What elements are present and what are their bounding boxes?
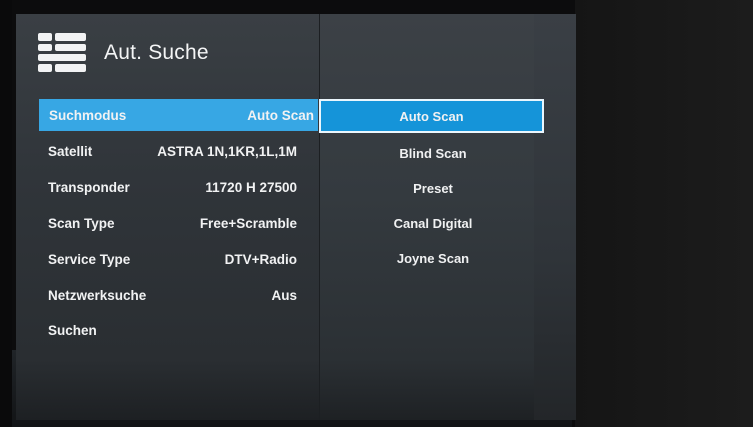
page-title: Aut. Suche (104, 41, 209, 64)
setting-row-satellit[interactable]: Satellit ASTRA 1N,1KR,1L,1M (38, 136, 301, 166)
setting-label: Suchen (48, 322, 97, 338)
menu-header: Aut. Suche (38, 32, 209, 74)
option-blind-scan[interactable]: Blind Scan (320, 138, 546, 168)
setting-label: Suchmodus (49, 107, 127, 123)
setting-row-suchen[interactable]: Suchen (38, 315, 301, 345)
setting-row-service-type[interactable]: Service Type DTV+Radio (38, 244, 301, 274)
setting-value: ASTRA 1N,1KR,1L,1M (157, 143, 297, 159)
menu-list-icon (38, 33, 86, 73)
setting-label: Netzwerksuche (48, 287, 147, 303)
tv-screen: Aut. Suche Suchmodus Auto Scan Satellit … (0, 0, 753, 427)
setting-row-netzwerksuche[interactable]: Netzwerksuche Aus (38, 280, 301, 310)
setting-label: Scan Type (48, 215, 115, 231)
setting-label: Transponder (48, 179, 130, 195)
setting-label: Service Type (48, 251, 131, 267)
option-auto-scan[interactable]: Auto Scan (319, 99, 544, 133)
option-joyne-scan[interactable]: Joyne Scan (320, 243, 546, 273)
background-shadow (575, 0, 753, 427)
setting-row-scan-type[interactable]: Scan Type Free+Scramble (38, 208, 301, 238)
setting-row-transponder[interactable]: Transponder 11720 H 27500 (38, 172, 301, 202)
screen-edge (0, 0, 12, 427)
setting-value: DTV+Radio (224, 251, 297, 267)
setting-value: Aus (271, 287, 297, 303)
option-preset[interactable]: Preset (320, 173, 546, 203)
setting-value: Auto Scan (247, 107, 314, 123)
option-canal-digital[interactable]: Canal Digital (320, 208, 546, 238)
setting-value: 11720 H 27500 (205, 179, 297, 195)
setting-value: Free+Scramble (199, 215, 297, 231)
setting-row-suchmodus[interactable]: Suchmodus Auto Scan (39, 99, 318, 131)
setting-label: Satellit (48, 143, 93, 159)
